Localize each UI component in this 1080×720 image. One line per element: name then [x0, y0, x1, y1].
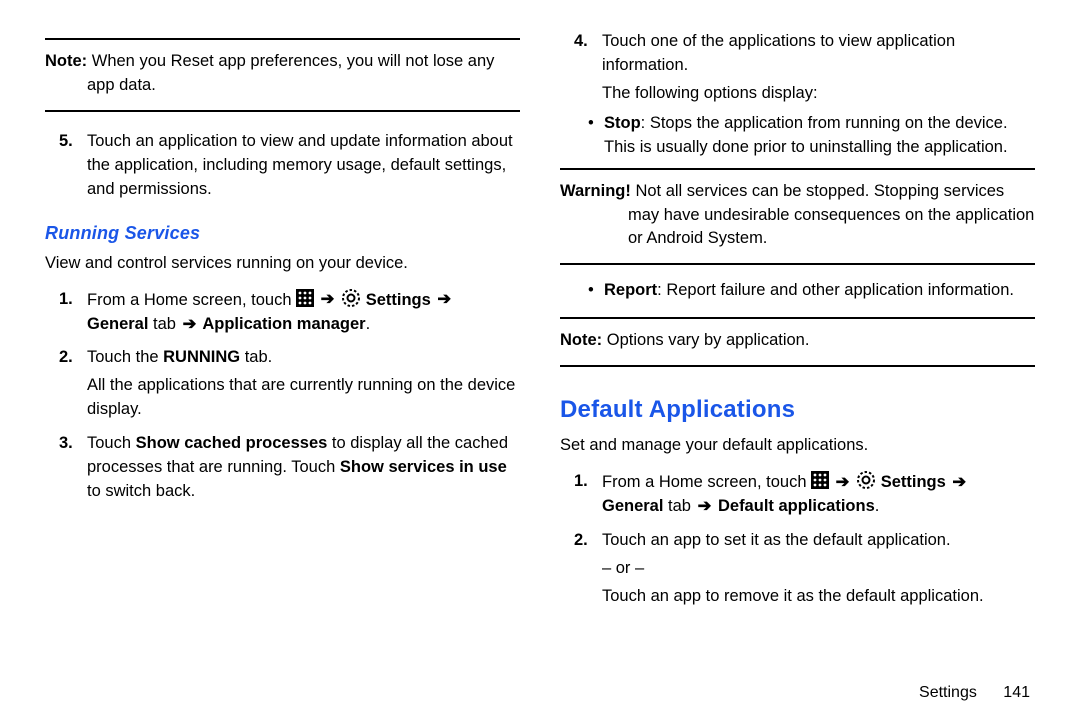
appmgr-label: Application manager — [198, 315, 365, 333]
left-column: Note: When you Reset app preferences, yo… — [45, 30, 520, 700]
report-label: Report — [604, 281, 657, 299]
step-number: 2. — [574, 529, 602, 609]
rule — [45, 38, 520, 40]
right-column: 4. Touch one of the applications to view… — [560, 30, 1035, 700]
step-body: Touch Show cached processes to display a… — [87, 432, 520, 504]
step-number: 4. — [574, 30, 602, 106]
arrow-icon: ➔ — [181, 315, 199, 333]
running-step-3: 3. Touch Show cached processes to displa… — [59, 432, 520, 504]
footer-chapter: Settings — [919, 684, 977, 701]
step-body: Touch an app to set it as the default ap… — [602, 529, 1035, 609]
default-step-2: 2. Touch an app to set it as the default… — [574, 529, 1035, 609]
step-subtext: All the applications that are currently … — [87, 374, 520, 422]
text: tab — [663, 497, 695, 515]
period: . — [366, 315, 371, 333]
text: Touch an app to set it as the default ap… — [602, 529, 1035, 553]
step-number: 2. — [59, 346, 87, 422]
step-number: 1. — [574, 470, 602, 519]
rule — [560, 263, 1035, 265]
running-step-2: 2. Touch the RUNNING tab. All the applic… — [59, 346, 520, 422]
running-label: RUNNING — [163, 348, 240, 366]
step-body: From a Home screen, touch ➔ Settings ➔ G… — [87, 288, 520, 337]
note-options-vary: Note: Options vary by application. — [560, 327, 1035, 357]
text: Touch — [87, 434, 136, 452]
arrow-icon: ➔ — [696, 497, 714, 515]
step-number: 5. — [59, 130, 87, 202]
text: : Stops the application from running on … — [604, 114, 1008, 156]
note-lead: Note: — [560, 331, 602, 349]
step-number: 1. — [59, 288, 87, 337]
rule — [560, 168, 1035, 170]
settings-gear-icon — [341, 288, 361, 313]
default-step-1: 1. From a Home screen, touch ➔ Settings … — [574, 470, 1035, 519]
step-5: 5. Touch an application to view and upda… — [59, 130, 520, 202]
stop-label: Stop — [604, 114, 641, 132]
note-text: Options vary by application. — [602, 331, 809, 349]
heading-running-services: Running Services — [45, 220, 520, 246]
note-reset-prefs: Note: When you Reset app preferences, yo… — [45, 48, 520, 102]
arrow-icon: ➔ — [435, 290, 453, 308]
rule — [560, 365, 1035, 367]
bullet-body: Report: Report failure and other applica… — [604, 279, 1014, 303]
intro-running-services: View and control services running on you… — [45, 252, 520, 276]
text: Touch the — [87, 348, 163, 366]
running-step-1: 1. From a Home screen, touch ➔ Settings … — [59, 288, 520, 337]
text: From a Home screen, touch — [87, 290, 296, 308]
page-footer: Settings 141 — [919, 684, 1030, 702]
rule — [45, 110, 520, 112]
bullet-body: Stop: Stops the application from running… — [604, 112, 1035, 160]
text: Touch an app to remove it as the default… — [602, 585, 1035, 609]
warning-text-cont: may have undesirable consequences on the… — [628, 204, 1035, 252]
warning-text: Not all services can be stopped. Stoppin… — [631, 182, 1004, 200]
settings-gear-icon — [856, 470, 876, 495]
warning-block: Warning! Not all services can be stopped… — [560, 178, 1035, 256]
note-text: When you Reset app preferences, you will… — [87, 52, 494, 70]
show-services-label: Show services in use — [340, 458, 507, 476]
settings-label: Settings — [881, 473, 951, 491]
arrow-icon: ➔ — [950, 473, 968, 491]
text: : Report failure and other application i… — [657, 281, 1014, 299]
intro-default-apps: Set and manage your default applications… — [560, 434, 1035, 458]
show-cached-label: Show cached processes — [136, 434, 328, 452]
text: tab — [148, 315, 180, 333]
footer-page-number: 141 — [1003, 684, 1030, 701]
bullet-stop: • Stop: Stops the application from runni… — [588, 112, 1035, 160]
arrow-icon: ➔ — [319, 290, 337, 308]
text: Touch one of the applications to view ap… — [602, 30, 1035, 78]
default-apps-label: Default applications — [713, 497, 874, 515]
bullet-report: • Report: Report failure and other appli… — [588, 279, 1035, 303]
apps-grid-icon — [296, 288, 314, 312]
warning-lead: Warning! — [560, 182, 631, 200]
step-4: 4. Touch one of the applications to view… — [574, 30, 1035, 106]
step-body: Touch an application to view and update … — [87, 130, 520, 202]
text: The following options display: — [602, 82, 1035, 106]
rule — [560, 317, 1035, 319]
text: From a Home screen, touch — [602, 473, 811, 491]
note-lead: Note: — [45, 52, 87, 70]
bullet-icon: • — [588, 112, 604, 160]
step-number: 3. — [59, 432, 87, 504]
bullet-icon: • — [588, 279, 604, 303]
period: . — [875, 497, 880, 515]
text: tab. — [240, 348, 272, 366]
text: to switch back. — [87, 482, 195, 500]
or-separator: – or – — [602, 557, 1035, 581]
note-text-line2: app data. — [87, 74, 520, 98]
step-body: Touch the RUNNING tab. All the applicati… — [87, 346, 520, 422]
heading-default-applications: Default Applications — [560, 393, 1035, 428]
step-body: Touch one of the applications to view ap… — [602, 30, 1035, 106]
general-label: General — [602, 497, 663, 515]
step-body: From a Home screen, touch ➔ Settings ➔ G… — [602, 470, 1035, 519]
settings-label: Settings — [366, 290, 436, 308]
arrow-icon: ➔ — [834, 473, 852, 491]
general-label: General — [87, 315, 148, 333]
apps-grid-icon — [811, 470, 829, 494]
